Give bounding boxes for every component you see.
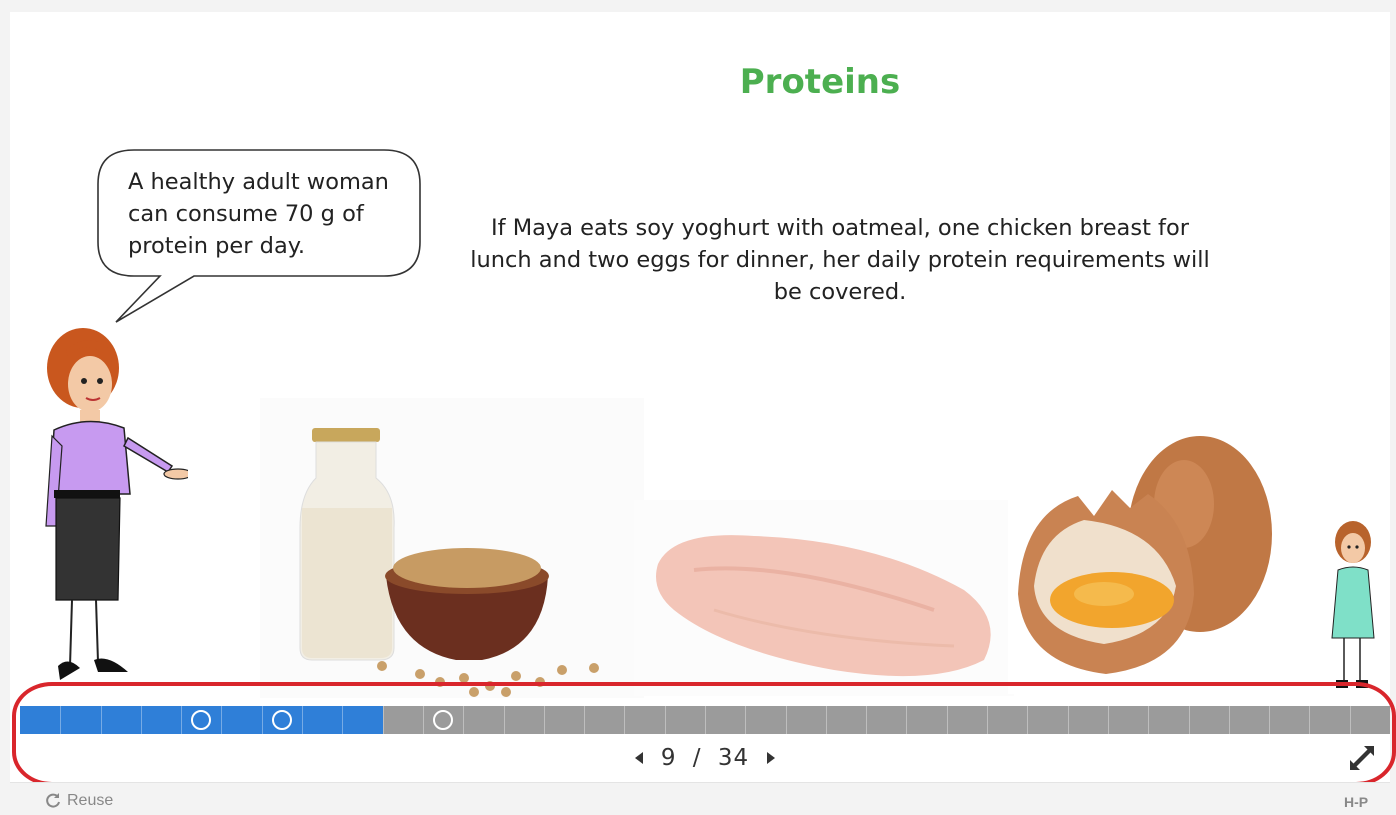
- progress-segment-divider: [866, 706, 868, 734]
- progress-segment-divider: [463, 706, 465, 734]
- task-marker-icon[interactable]: [271, 710, 292, 730]
- progress-segment-divider: [221, 706, 223, 734]
- progress-segment-divider: [1269, 706, 1271, 734]
- progress-segment-divider: [382, 706, 384, 734]
- progress-segment-divider: [1067, 706, 1069, 734]
- progress-segment-divider: [987, 706, 989, 734]
- progress-segment-divider: [906, 706, 908, 734]
- reuse-button[interactable]: Reuse: [44, 792, 113, 810]
- slide-title: Proteins: [739, 62, 901, 102]
- progress-segment-divider: [60, 706, 62, 734]
- progress-segment-divider: [705, 706, 706, 734]
- girl-cartoon-icon: [1331, 521, 1375, 688]
- progress-segment-divider: [1349, 706, 1351, 734]
- progress-segment-divider: [181, 706, 183, 734]
- progress-segment-divider: [1148, 706, 1150, 734]
- current-slide-number: 9: [660, 745, 677, 771]
- slide-navigation: 9 / 34: [620, 742, 790, 774]
- progress-segment-divider: [946, 706, 948, 734]
- progress-segment-divider: [543, 706, 545, 734]
- slide-counter: 9 / 34: [661, 745, 749, 771]
- progress-segment-divider: [785, 706, 787, 734]
- progress-segment-divider: [140, 706, 142, 734]
- refresh-icon: [46, 793, 60, 808]
- woman-cartoon-icon: [45, 328, 188, 680]
- progress-segment-divider: [1309, 706, 1311, 734]
- progress-segment-divider: [342, 706, 344, 734]
- caret-left-icon[interactable]: [627, 746, 651, 770]
- progress-segment-divider: [825, 706, 827, 734]
- caret-right-icon[interactable]: [759, 746, 783, 770]
- progress-segment-divider: [1107, 706, 1109, 734]
- progress-segment-divider: [261, 706, 263, 734]
- total-slides-number: 34: [717, 745, 750, 771]
- raw-chicken-breast-photo: [634, 500, 1014, 696]
- slide-body-text: If Maya eats soy yoghurt with oatmeal, o…: [470, 215, 1210, 305]
- progress-segment-divider: [1027, 706, 1029, 734]
- fullscreen-icon[interactable]: [1346, 742, 1378, 774]
- progress-segment-divider: [302, 706, 304, 734]
- slide-progress-bar[interactable]: [20, 706, 1390, 734]
- soy-milk-and-soybeans-photo: [260, 398, 644, 698]
- counter-separator: /: [692, 745, 702, 771]
- progress-segment-divider: [1228, 706, 1230, 734]
- task-marker-icon[interactable]: [433, 710, 454, 730]
- progress-segment-divider: [1188, 706, 1190, 734]
- progress-segment-divider: [624, 706, 626, 734]
- progress-segment-divider: [503, 706, 505, 734]
- progress-segment-divider: [745, 706, 747, 734]
- reuse-label: Reuse: [67, 792, 114, 809]
- progress-segment-divider: [422, 706, 424, 734]
- progress-segment-divider: [100, 706, 102, 734]
- progress-segment-divider: [584, 706, 586, 734]
- footer-bar: [10, 782, 1390, 815]
- progress-segment-divider: [664, 706, 666, 734]
- eggs-photo: [1008, 424, 1282, 694]
- h5p-logo: H-P: [1344, 794, 1369, 810]
- speech-bubble-text: A healthy adult woman can consume 70 g o…: [128, 169, 389, 259]
